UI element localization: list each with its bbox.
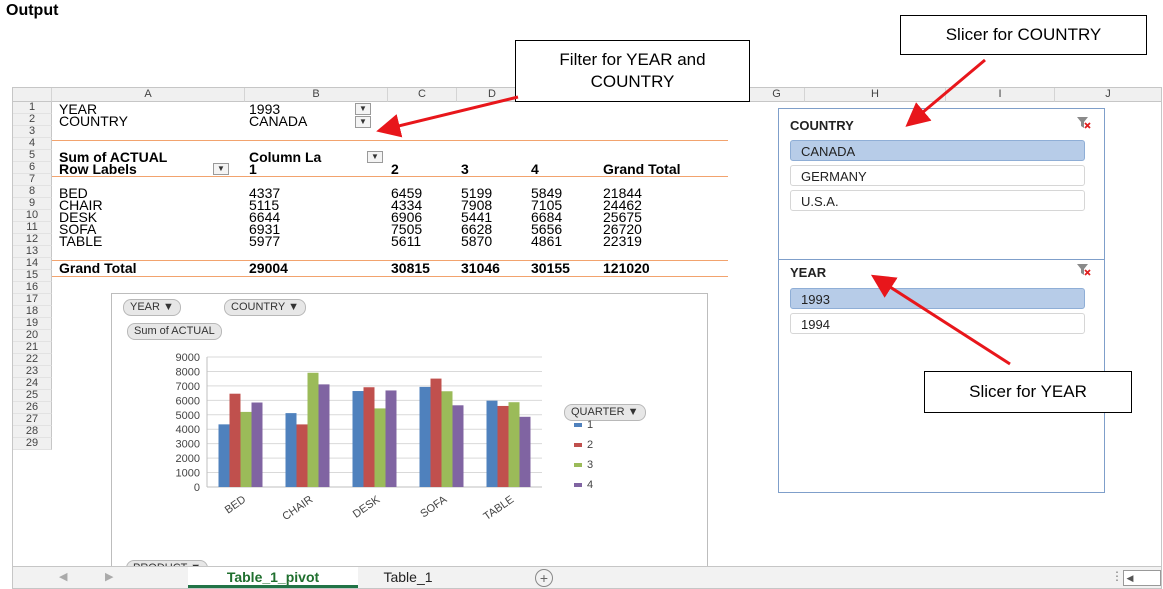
- country-slicer-arrow: [905, 58, 986, 127]
- year-slicer-arrow: [870, 274, 1011, 366]
- filter-arrow: [376, 95, 519, 138]
- callout-arrows: [376, 58, 1011, 366]
